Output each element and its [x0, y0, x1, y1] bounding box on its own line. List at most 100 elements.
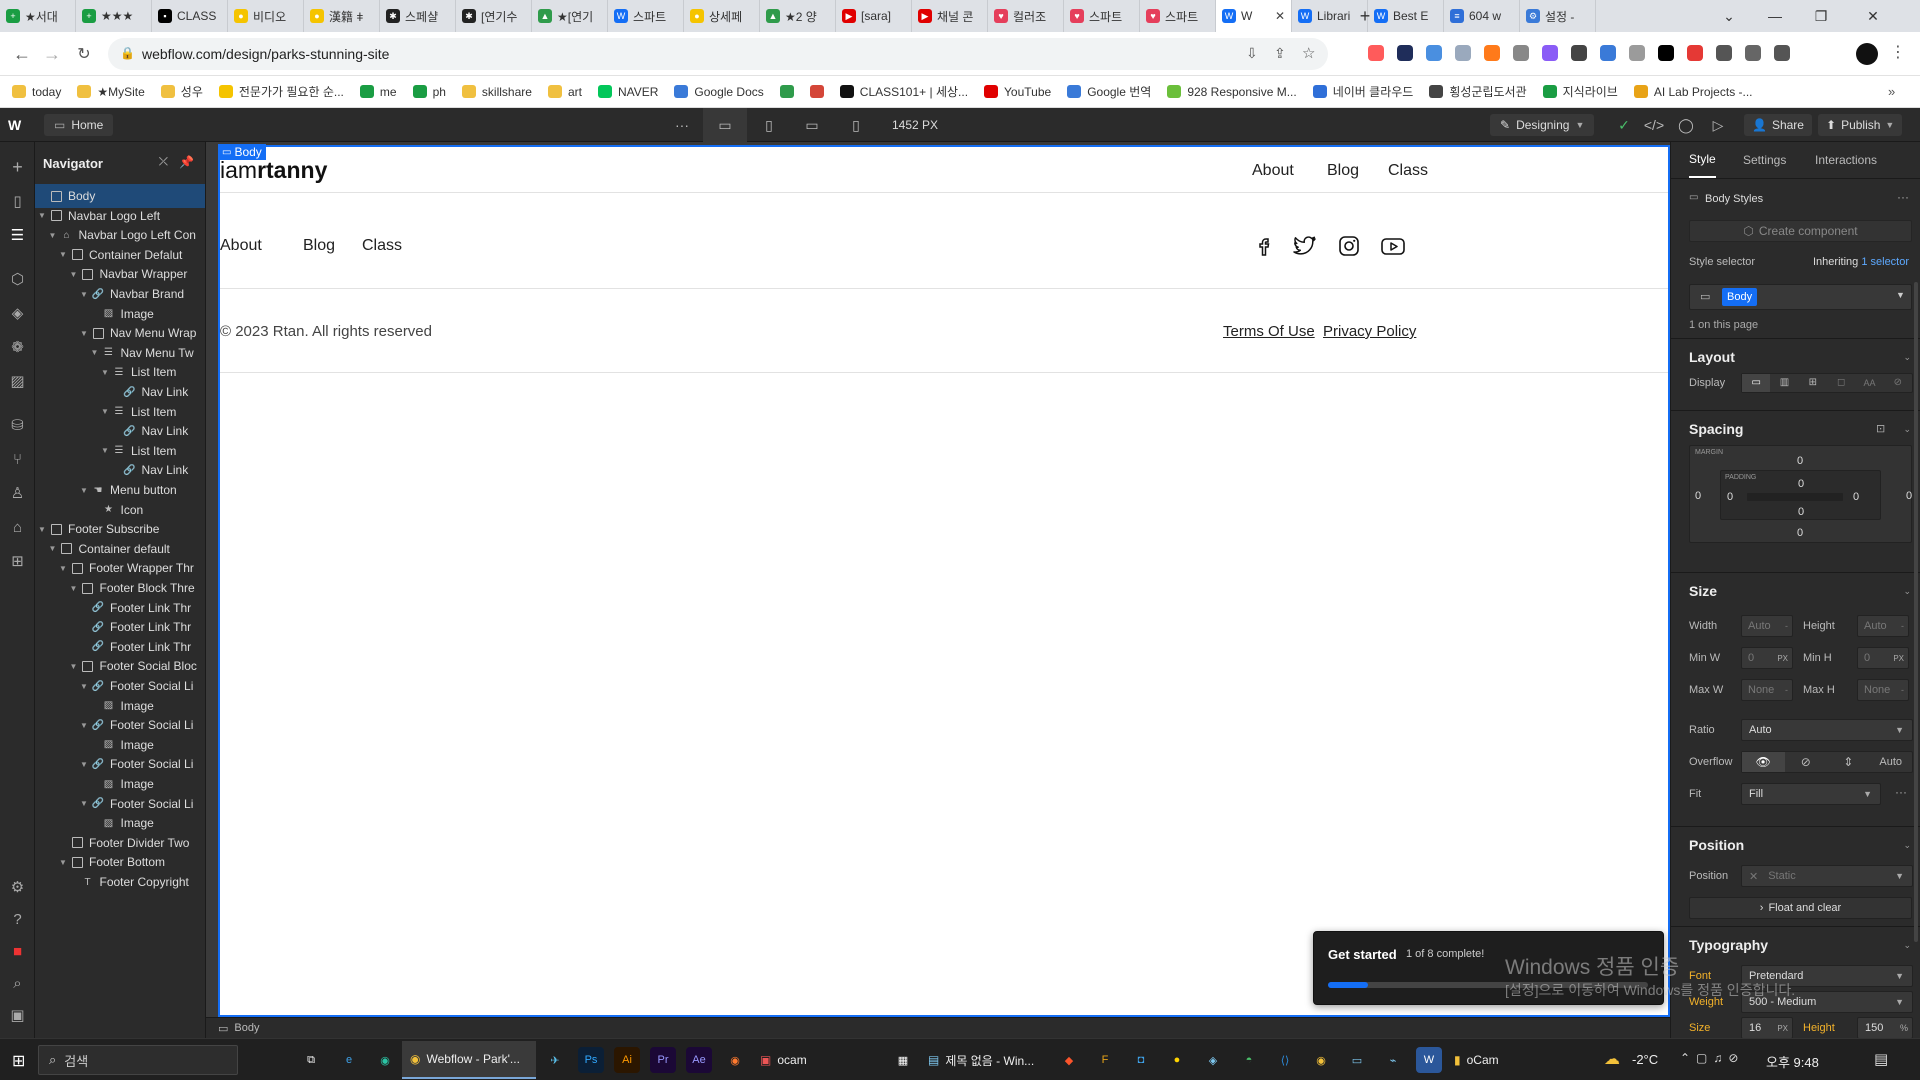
spacing-section-title[interactable]: Spacing: [1689, 421, 1743, 437]
chevron-down-icon[interactable]: ⌄: [1903, 352, 1911, 363]
variables-icon[interactable]: ◈: [0, 298, 35, 328]
help-icon[interactable]: ?: [0, 904, 35, 934]
browser-extension-icon[interactable]: [1716, 45, 1732, 61]
install-icon[interactable]: ⇩: [1246, 45, 1258, 62]
tablet-breakpoint-icon[interactable]: ▯: [747, 108, 791, 142]
photoshop-icon[interactable]: Ps: [578, 1047, 604, 1073]
tree-caret-icon[interactable]: ▼: [79, 760, 89, 769]
browser-tab[interactable]: ♥ 스파트: [1064, 0, 1140, 32]
chevron-down-icon[interactable]: ⌄: [1903, 586, 1911, 597]
bookmark-item[interactable]: 성우: [160, 83, 203, 100]
size-section-title[interactable]: Size: [1689, 583, 1717, 599]
browser-tab[interactable]: W W ✕: [1216, 0, 1292, 32]
back-button[interactable]: ←: [10, 42, 34, 66]
bookmark-item[interactable]: YouTube: [984, 85, 1051, 99]
bookmark-star-icon[interactable]: ☆: [1302, 44, 1315, 62]
display-grid-icon[interactable]: ⊞: [1799, 374, 1827, 392]
tab-style[interactable]: Style: [1689, 142, 1716, 178]
chevron-down-icon[interactable]: ⌄: [1903, 424, 1911, 435]
calculator-icon[interactable]: ▦: [890, 1047, 916, 1073]
taskbar-app-ocam-folder[interactable]: ▮ oCam: [1446, 1041, 1576, 1079]
premiere-icon[interactable]: Pr: [650, 1047, 676, 1073]
windows-start-icon[interactable]: ⊞: [12, 1051, 25, 1071]
tree-caret-icon[interactable]: ▼: [79, 721, 89, 730]
nav-link-blog[interactable]: Blog: [1327, 162, 1359, 180]
tree-caret-icon[interactable]: ▼: [48, 231, 58, 240]
system-tray-icons[interactable]: ⌃▢♫⊘: [1680, 1051, 1744, 1065]
twitter-icon[interactable]: [1292, 234, 1318, 258]
terms-of-use-link[interactable]: Terms Of Use: [1223, 323, 1315, 340]
styles-icon[interactable]: ❁: [0, 332, 35, 362]
app-icon[interactable]: ◈: [1200, 1047, 1226, 1073]
maximize-button[interactable]: ❐: [1798, 0, 1844, 32]
chevron-down-icon[interactable]: ⌄: [1903, 840, 1911, 851]
taskbar-search-box[interactable]: ⌕ 검색: [38, 1045, 238, 1075]
max-height-input[interactable]: None -: [1857, 679, 1909, 701]
min-width-input[interactable]: 0 PX: [1741, 647, 1793, 669]
tree-caret-icon[interactable]: ▼: [37, 211, 47, 220]
padding-bottom-value[interactable]: 0: [1798, 506, 1804, 518]
record-icon[interactable]: ■: [0, 936, 35, 966]
bookmark-item[interactable]: CLASS101+ | 세상...: [839, 83, 968, 100]
footer-link-class[interactable]: Class: [362, 237, 402, 255]
typography-section-title[interactable]: Typography: [1689, 937, 1768, 953]
after-effects-icon[interactable]: Ae: [686, 1047, 712, 1073]
browser-extension-icon[interactable]: [1426, 45, 1442, 61]
close-tab-icon[interactable]: ✕: [1275, 9, 1285, 23]
mobile-landscape-icon[interactable]: ▭: [790, 108, 834, 142]
browser-tab[interactable]: W 스파트: [608, 0, 684, 32]
bookmark-item[interactable]: 지식라이브: [1542, 83, 1618, 100]
height-input[interactable]: Auto -: [1857, 615, 1909, 637]
cms-icon[interactable]: ⛁: [0, 410, 35, 440]
overflow-visible-icon[interactable]: 👁: [1742, 752, 1785, 772]
tree-caret-icon[interactable]: ▼: [58, 250, 68, 259]
bookmark-item[interactable]: me: [359, 85, 397, 99]
app-icon[interactable]: ▭: [1344, 1047, 1370, 1073]
bookmark-item[interactable]: 네이버 클라우드: [1312, 83, 1413, 100]
bookmark-item[interactable]: AI Lab Projects -...: [1633, 85, 1753, 99]
chrome-app-icon[interactable]: ◉: [1308, 1047, 1334, 1073]
browser-tab[interactable]: ▲ ★2 양: [760, 0, 836, 32]
page-selector[interactable]: ▭ Home: [44, 114, 114, 136]
tree-caret-icon[interactable]: ▼: [48, 544, 58, 553]
mode-dropdown[interactable]: ✎ Designing ▼: [1490, 114, 1595, 136]
layout-section-title[interactable]: Layout: [1689, 349, 1735, 365]
max-width-input[interactable]: None -: [1741, 679, 1793, 701]
tab-settings[interactable]: Settings: [1743, 142, 1786, 178]
browser-tab[interactable]: ▶ [sara]: [836, 0, 912, 32]
browser-tab[interactable]: ▪ CLASS: [152, 0, 228, 32]
avatar[interactable]: [1856, 43, 1878, 65]
webflow-logo-icon[interactable]: W: [8, 117, 21, 133]
bookmark-item[interactable]: today: [12, 85, 61, 99]
tree-caret-icon[interactable]: ▼: [100, 407, 110, 416]
browser-tab[interactable]: ▶ 채널 콘: [912, 0, 988, 32]
tree-caret-icon[interactable]: ▼: [79, 486, 89, 495]
tab-interactions[interactable]: Interactions: [1815, 142, 1877, 178]
browser-extension-icon[interactable]: [1745, 45, 1761, 61]
chevron-down-icon[interactable]: ⌄: [1903, 940, 1911, 951]
tree-caret-icon[interactable]: ▼: [37, 525, 47, 534]
float-and-clear-toggle[interactable]: › Float and clear: [1689, 897, 1912, 919]
settings-gear-icon[interactable]: ⚙: [0, 872, 35, 902]
browser-extension-icon[interactable]: [1542, 45, 1558, 61]
add-panel-icon[interactable]: +: [0, 152, 35, 182]
margin-bottom-value[interactable]: 0: [1797, 527, 1803, 539]
browser-extension-icon[interactable]: [1687, 45, 1703, 61]
style-selector-field[interactable]: ▭ Body ▼: [1689, 284, 1912, 310]
logic-icon[interactable]: ⑂: [0, 444, 35, 474]
youtube-icon[interactable]: [1380, 234, 1406, 258]
search-icon[interactable]: ⌕: [0, 968, 35, 998]
browser-extension-icon[interactable]: [1629, 45, 1645, 61]
word-icon[interactable]: W: [1416, 1047, 1442, 1073]
url-input[interactable]: 🔒 webflow.com/design/parks-stunning-site…: [108, 38, 1328, 70]
edge-icon[interactable]: ◉: [372, 1047, 398, 1073]
bookmark-item[interactable]: [809, 85, 824, 98]
bookmark-item[interactable]: ph: [412, 85, 446, 99]
desktop-breakpoint-icon[interactable]: ▭: [703, 108, 747, 142]
browser-tab[interactable]: ● 漢籍 ǂ: [304, 0, 380, 32]
tree-caret-icon[interactable]: ▼: [79, 682, 89, 691]
pages-icon[interactable]: ▯: [0, 186, 35, 216]
overflow-hidden-icon[interactable]: ⊘: [1785, 752, 1828, 772]
app-icon[interactable]: ◓: [1236, 1047, 1262, 1073]
font-size-input[interactable]: 16 PX: [1741, 1017, 1793, 1038]
